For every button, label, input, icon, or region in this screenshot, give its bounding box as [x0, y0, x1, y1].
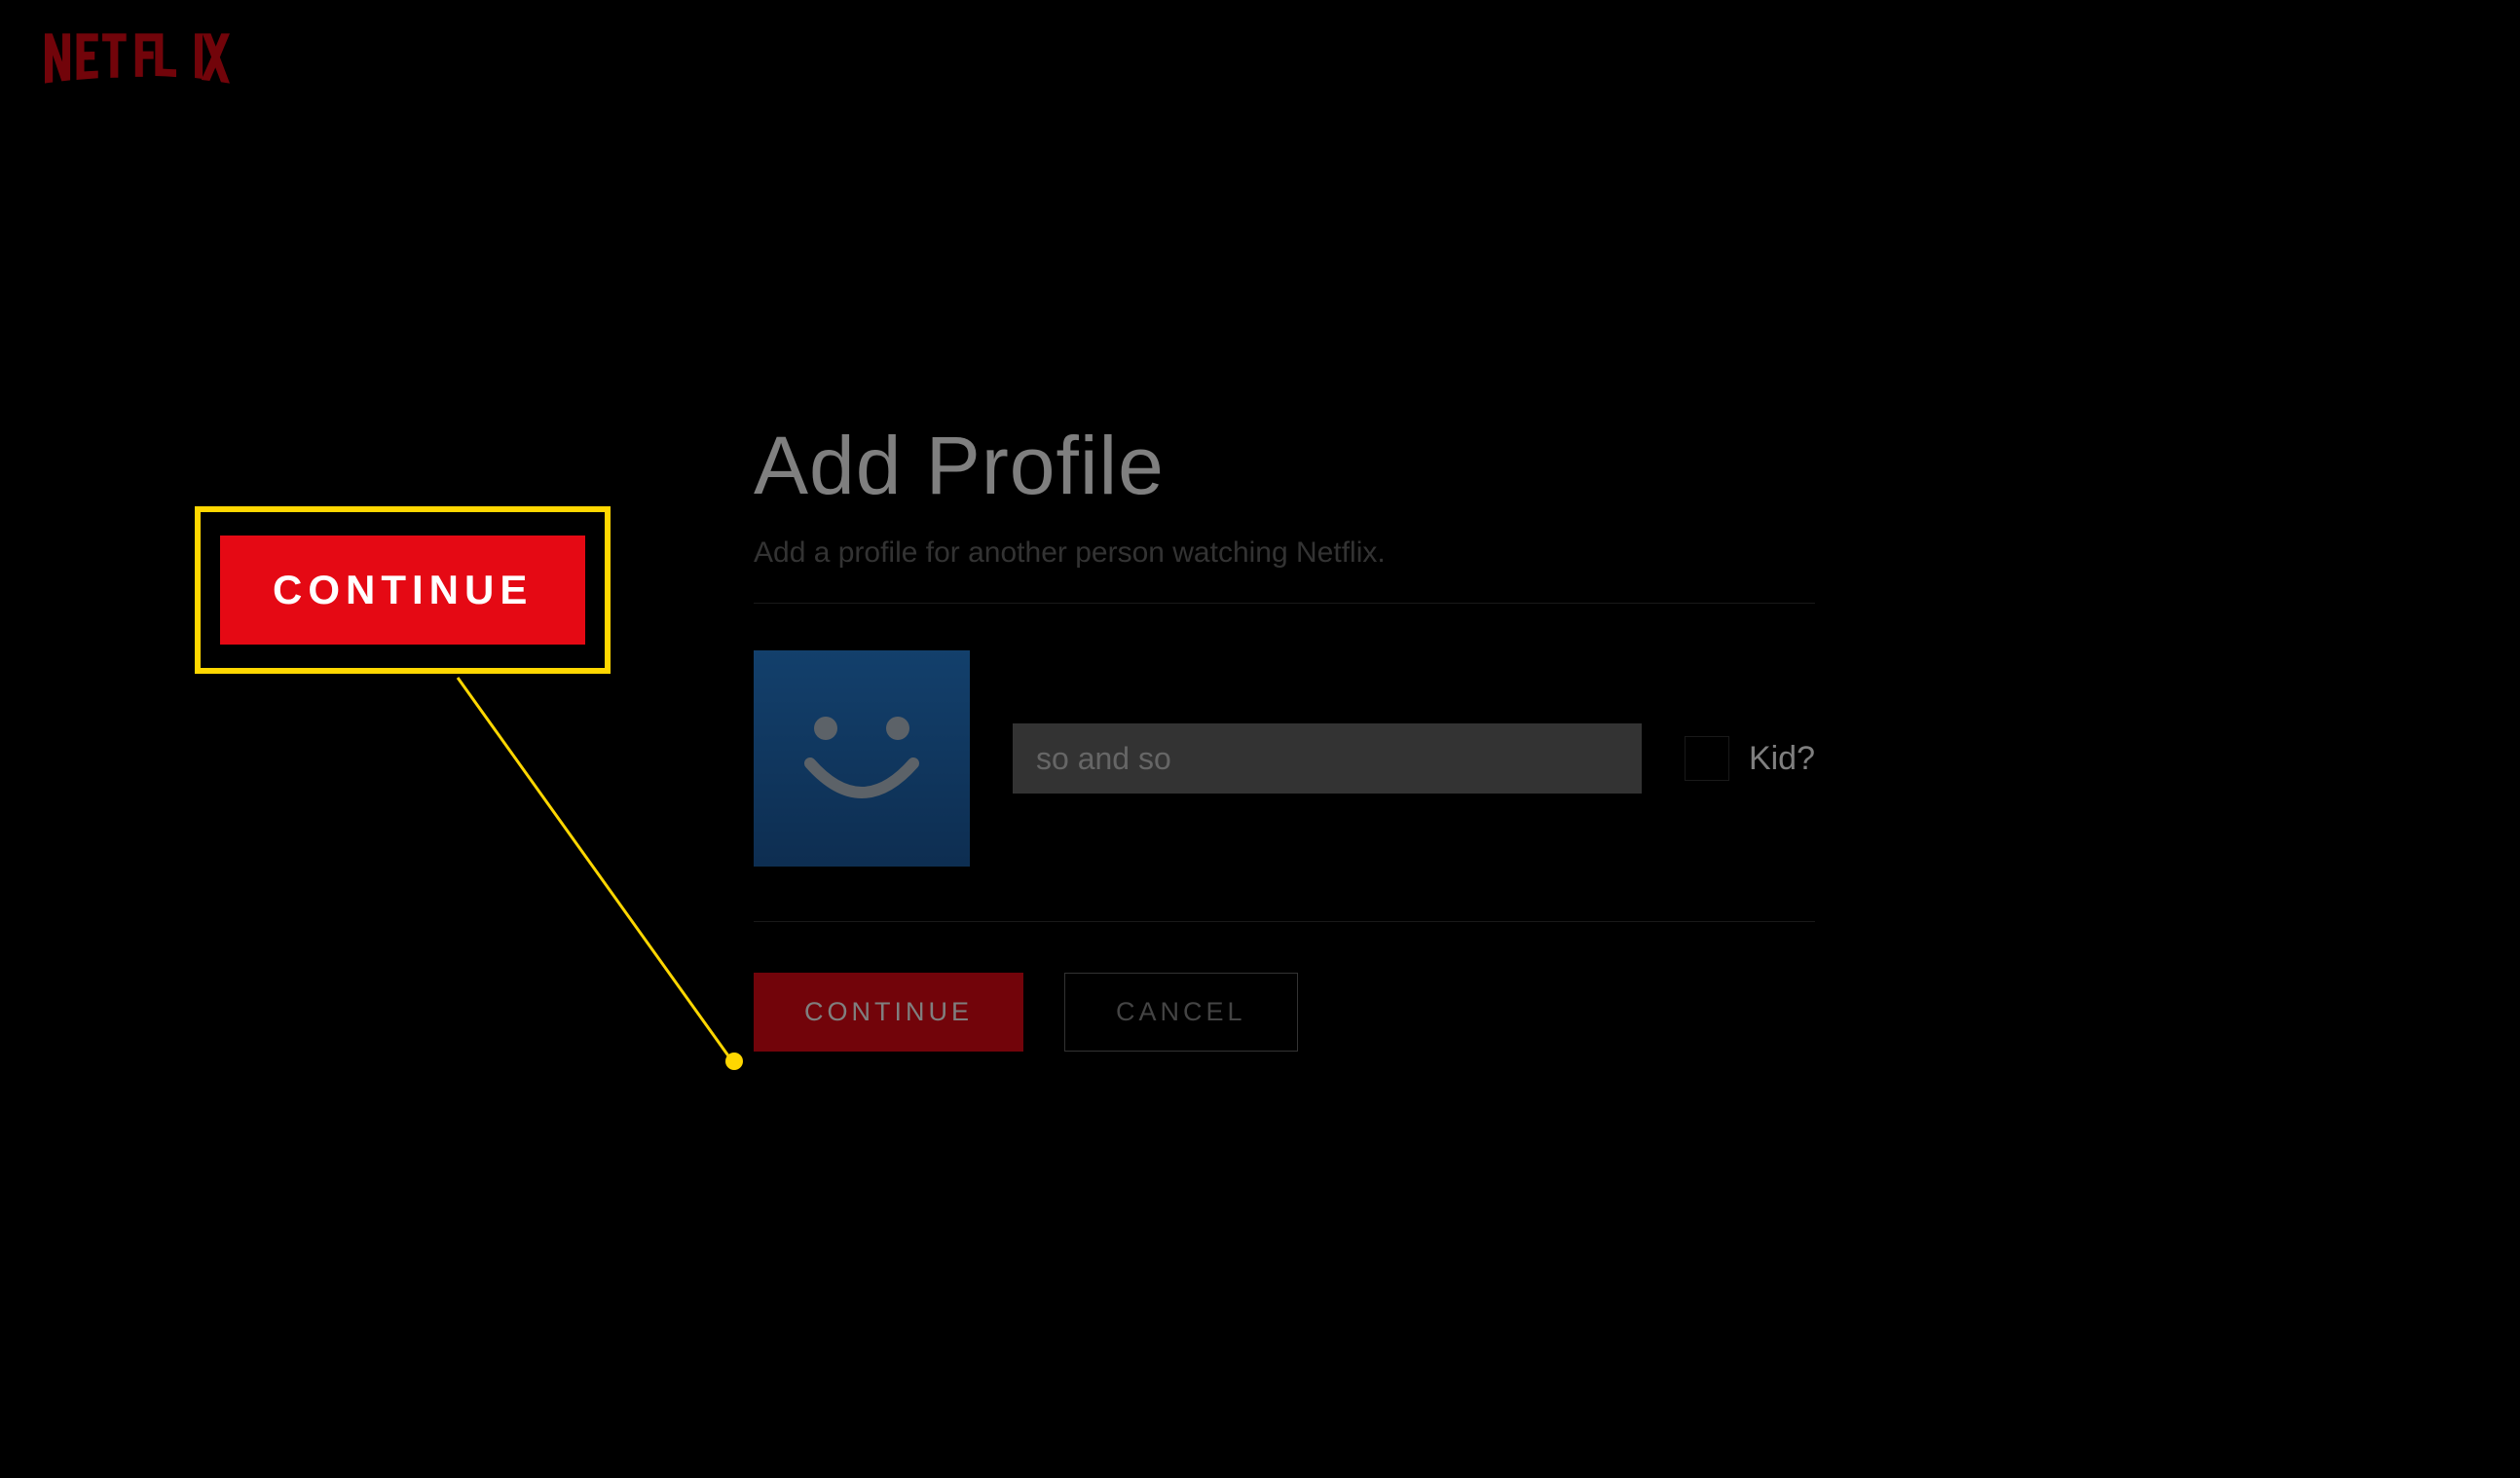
page-title: Add Profile [754, 419, 1815, 513]
continue-button[interactable]: CONTINUE [754, 973, 1023, 1052]
kid-toggle-group: Kid? [1685, 736, 1815, 781]
avatar-smile [804, 757, 919, 816]
avatar-eye-left [814, 717, 837, 740]
callout-pointer-dot [725, 1053, 743, 1070]
kid-checkbox[interactable] [1685, 736, 1729, 781]
action-buttons: CONTINUE CANCEL [754, 973, 1815, 1052]
kid-label: Kid? [1749, 740, 1815, 778]
callout-continue-button: CONTINUE [220, 536, 585, 645]
profile-form-row: Kid? [754, 650, 1815, 867]
avatar-eye-right [886, 717, 909, 740]
cancel-button[interactable]: CANCEL [1064, 973, 1298, 1052]
netflix-logo[interactable] [45, 33, 230, 89]
callout-annotation: CONTINUE [195, 506, 611, 674]
divider-bottom [754, 921, 1815, 922]
page-subtitle: Add a profile for another person watchin… [754, 536, 1815, 570]
profile-name-input[interactable] [1013, 723, 1642, 794]
add-profile-panel: Add Profile Add a profile for another pe… [754, 419, 1815, 1052]
callout-box: CONTINUE [195, 506, 611, 674]
profile-avatar [754, 650, 970, 867]
divider-top [754, 603, 1815, 604]
